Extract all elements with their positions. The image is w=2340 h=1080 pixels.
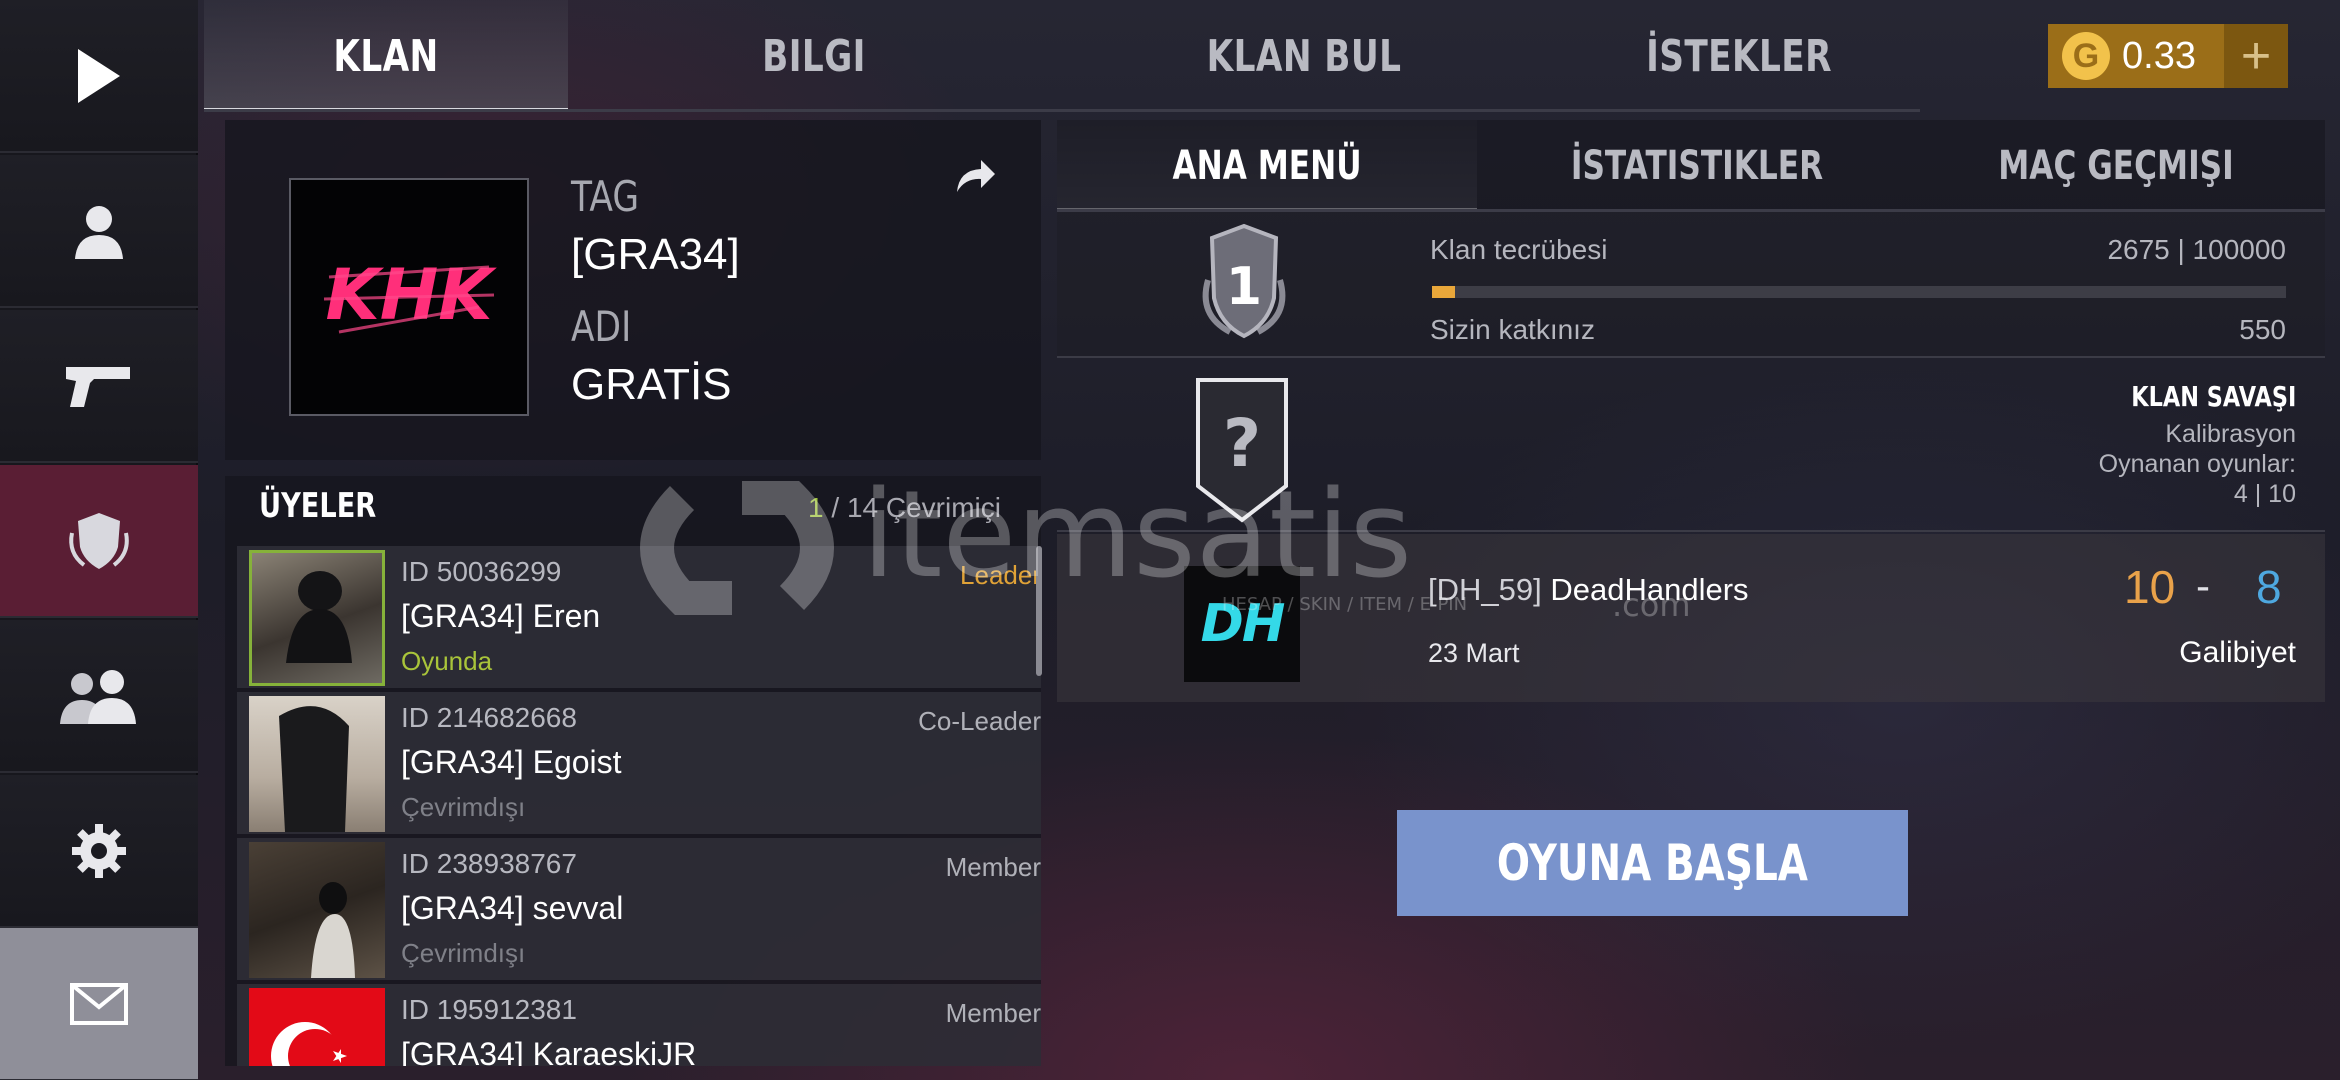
- score-separator: -: [2196, 562, 2210, 609]
- rail-play[interactable]: [0, 0, 198, 153]
- sub-tab-bar: ANA MENÜ İSTATISTIKLER MAÇ GEÇMIŞI: [1057, 120, 2325, 212]
- contribution-label: Sizin katkınız: [1430, 314, 1595, 345]
- rail-friends[interactable]: [0, 620, 198, 773]
- clan-war-games-value: 4 | 10: [2233, 480, 2296, 508]
- clan-war-games-label: Oynanan oyunlar:: [2098, 450, 2296, 478]
- opponent-name: [DH_59] DeadHandlers: [1428, 572, 1749, 608]
- rail-profile[interactable]: [0, 155, 198, 308]
- opponent-tag: [DH_59]: [1428, 572, 1542, 607]
- member-role: Leader: [960, 560, 1041, 590]
- members-panel: ÜYELER 1 / 14 Çevrimiçi ID 50036299 [GRA…: [225, 476, 1041, 1066]
- flag-icon: [271, 1022, 347, 1066]
- rail-clan[interactable]: [0, 465, 198, 618]
- pistol-icon: [66, 366, 130, 407]
- member-role: Member: [945, 998, 1041, 1028]
- gear-icon: [72, 823, 126, 878]
- share-arrow-icon: [957, 160, 995, 192]
- avatar: [249, 550, 385, 686]
- online-number: 1: [808, 492, 824, 523]
- avatar: [249, 696, 385, 832]
- clan-name-label: ADI: [571, 302, 632, 351]
- play-icon: [78, 48, 120, 103]
- member-row[interactable]: ID 238938767 [GRA34] sevval Çevrimdışı M…: [237, 838, 1041, 980]
- members-title: ÜYELER: [259, 486, 377, 526]
- clan-shield-icon: [69, 512, 129, 569]
- member-status: Çevrimdışı: [401, 938, 526, 968]
- member-id: ID 195912381: [401, 994, 577, 1025]
- contribution-value: 550: [2239, 314, 2286, 345]
- member-name: [GRA34] Eren: [401, 598, 601, 634]
- left-rail: [0, 0, 198, 1080]
- member-role: Member: [945, 852, 1041, 882]
- member-row[interactable]: ID 195912381 [GRA34] KaraeskiJR Member: [237, 984, 1041, 1066]
- tab-istatistikler[interactable]: İSTATISTIKLER: [1533, 120, 1861, 212]
- tab-istekler[interactable]: İSTEKLER: [1587, 0, 1891, 112]
- clan-name-value: GRATİS: [571, 360, 732, 409]
- clan-war-title: KLAN SAVAŞI: [2130, 380, 2296, 413]
- avatar: [249, 842, 385, 978]
- share-button[interactable]: [955, 158, 997, 199]
- clan-tag-value: [GRA34]: [571, 230, 740, 279]
- clan-info-card: KHK TAG [GRA34] ADI GRATİS: [225, 120, 1041, 460]
- clan-level-badge: 1: [1202, 223, 1286, 339]
- opponent-clan-name: DeadHandlers: [1550, 572, 1749, 607]
- rail-weapons[interactable]: [0, 310, 198, 463]
- tab-mac-gecmisi[interactable]: MAÇ GEÇMIŞI: [1953, 120, 2279, 212]
- member-role: Co-Leader: [918, 706, 1041, 736]
- avatar: [249, 988, 385, 1066]
- clan-war-rank: ?: [1223, 405, 1261, 482]
- member-id: ID 50036299: [401, 556, 562, 587]
- online-total: / 14 Çevrimiçi: [831, 492, 1001, 523]
- clan-tag-label: TAG: [571, 172, 640, 221]
- member-name: [GRA34] Egoist: [401, 744, 622, 780]
- tab-klan-bul[interactable]: KLAN BUL: [1148, 0, 1460, 112]
- member-name: [GRA34] KaraeskiJR: [401, 1036, 697, 1066]
- rail-settings[interactable]: [0, 775, 198, 928]
- currency-balance: G 0.33 +: [2048, 24, 2288, 88]
- member-status: Oyunda: [401, 646, 493, 676]
- member-name: [GRA34] sevval: [401, 890, 624, 926]
- experience-label: Klan tecrübesi: [1430, 234, 1608, 265]
- member-row[interactable]: ID 50036299 [GRA34] Eren Oyunda Leader: [237, 546, 1041, 688]
- member-status: Çevrimdışı: [401, 792, 526, 822]
- gold-coin-icon: G: [2062, 32, 2110, 80]
- clan-logo-image: KHK: [323, 254, 497, 336]
- rail-mail[interactable]: [0, 928, 198, 1080]
- online-count: 1 / 14 Çevrimiçi: [808, 492, 1001, 524]
- clan-level: 1: [1226, 257, 1262, 317]
- member-id: ID 214682668: [401, 702, 577, 733]
- match-date: 23 Mart: [1428, 638, 1520, 668]
- mail-icon: [70, 982, 128, 1025]
- opponent-logo: DH: [1184, 566, 1300, 682]
- clan-war-phase: Kalibrasyon: [2165, 420, 2296, 448]
- friends-icon: [60, 669, 136, 724]
- member-id: ID 238938767: [401, 848, 577, 879]
- profile-icon: [75, 205, 123, 259]
- members-scrollbar[interactable]: [1036, 546, 1042, 676]
- start-game-label: OYUNA BAŞLA: [1496, 834, 1809, 892]
- top-tab-bar: KLAN BILGI KLAN BUL İSTEKLER: [204, 0, 1920, 112]
- member-row[interactable]: ID 214682668 [GRA34] Egoist Çevrimdışı C…: [237, 692, 1041, 834]
- start-game-button[interactable]: OYUNA BAŞLA: [1397, 810, 1908, 916]
- clan-war-rank-badge: ?: [1196, 378, 1288, 523]
- score-ours: 10: [2124, 561, 2176, 613]
- tab-klan[interactable]: KLAN: [244, 0, 528, 112]
- experience-progress-fill: [1432, 286, 1455, 298]
- add-currency-button[interactable]: +: [2224, 24, 2288, 88]
- currency-value: 0.33: [2122, 34, 2196, 77]
- clan-logo: KHK: [289, 178, 529, 416]
- experience-progress-bar: [1432, 286, 2286, 298]
- experience-value: 2675 | 100000: [2107, 234, 2286, 265]
- score-theirs: 8: [2256, 561, 2282, 613]
- tab-bilgi[interactable]: BILGI: [674, 0, 955, 112]
- match-result: Galibiyet: [2179, 636, 2296, 669]
- tab-ana-menu[interactable]: ANA MENÜ: [1103, 120, 1431, 212]
